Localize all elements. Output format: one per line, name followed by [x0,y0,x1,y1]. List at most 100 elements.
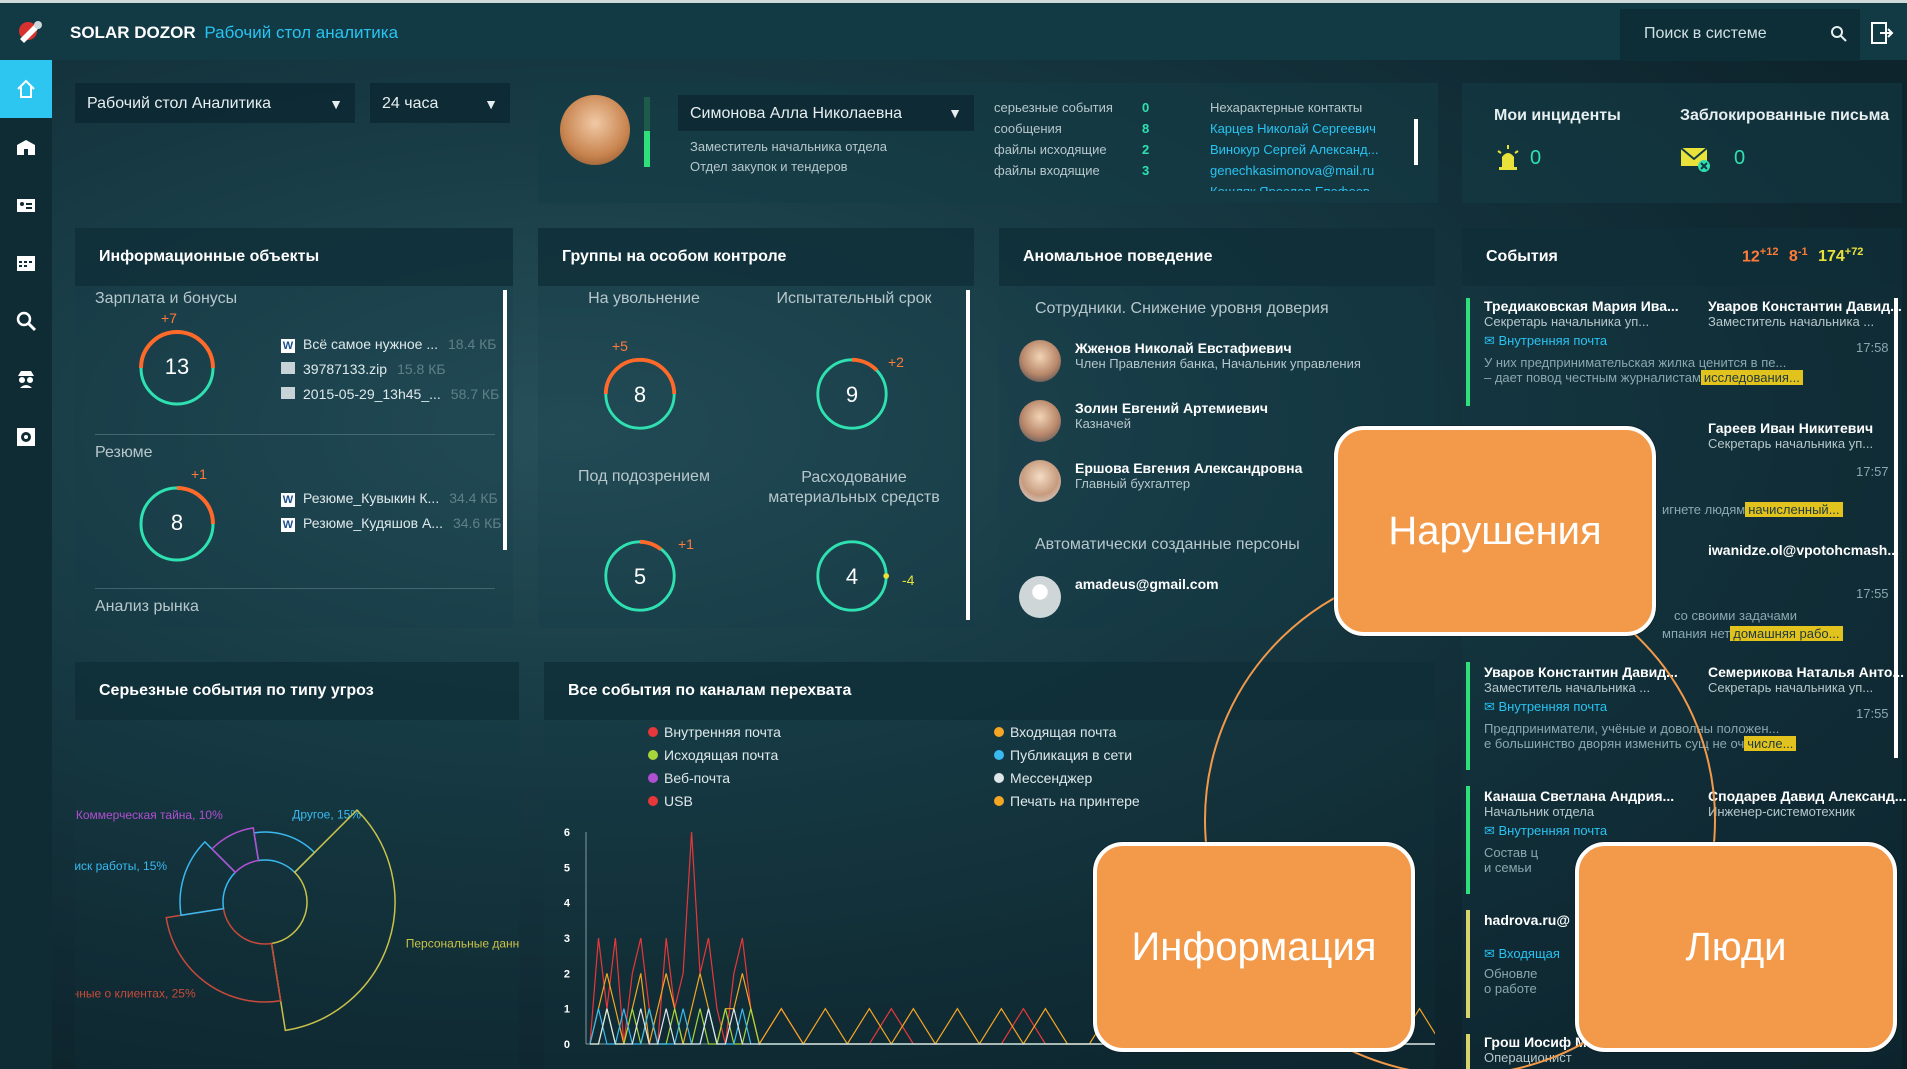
legend-item[interactable]: USB [648,793,693,809]
slice-label: Другое, 15% [292,807,361,821]
auto-person[interactable]: amadeus@gmail.com [1075,576,1219,592]
divider [95,588,495,589]
building-icon [17,140,35,155]
stat-value[interactable]: 3 [1142,160,1149,181]
file-row[interactable]: 2015-05-29_13h45_... 58.7 КБ [281,386,499,402]
search-icon [16,311,37,332]
file-row[interactable]: 39787133.zip 15.8 КБ [281,361,446,377]
desktop-select[interactable]: Рабочий стол Аналитика ▼ [75,83,355,123]
legend-item[interactable]: Входящая почта [994,724,1116,740]
group-label[interactable]: На увольнение [584,290,704,308]
event-severity-bar [1466,298,1470,406]
event-text: игнете людям начисленный... [1662,502,1843,517]
sidebar-item-calendar[interactable] [0,234,52,292]
file-row[interactable]: W Всё самое нужное ... 18.4 КБ [281,336,497,353]
y-tick-label: 5 [564,862,570,874]
word-file-icon: W [281,339,295,353]
event-card-recipient[interactable]: Гареев Иван Никитевич Секретарь начальни… [1708,420,1873,451]
stat-label: файлы исходящие [994,142,1107,157]
event-channel-label: Внутренняя почта [1498,333,1608,348]
employee-select[interactable]: Симонова Алла Николаевна ▼ [678,95,974,131]
file-row[interactable]: W Резюме_Кувыкин К... 34.4 КБ [281,490,498,507]
group-count: 4 [845,564,859,589]
legend-item[interactable]: Печать на принтере [994,793,1140,809]
blocked-mail-count[interactable]: 0 [1734,147,1745,170]
event-card-recipient[interactable]: Сподарев Давид Александ... Инженер-систе… [1708,788,1906,819]
image-file-icon [281,387,295,399]
sidebar-item-organization[interactable] [0,118,52,176]
profile-stats-labels: серьезные события сообщения файлы исходя… [994,97,1113,181]
my-incidents-count[interactable]: 0 [1530,147,1541,170]
anomaly-person[interactable]: Жженов Николай Евстафиевич Член Правлени… [1075,340,1361,371]
anomaly-subtitle: Сотрудники. Снижение уровня доверия [1035,300,1329,317]
period-select[interactable]: 24 часа ▼ [370,83,510,123]
anomaly-title: Аномальное поведение [999,228,1435,286]
avatar[interactable] [1019,576,1061,618]
search-icon[interactable] [1830,25,1848,43]
y-tick-label: 3 [564,933,570,945]
legend-dot [994,750,1004,760]
scrollbar[interactable] [1414,119,1418,165]
file-row[interactable]: W Резюме_Кудяшов А... 34.6 КБ [281,515,501,532]
legend-label: Исходящая почта [664,747,779,763]
contact-link[interactable]: Карцев Николай Сергеевич [1210,118,1378,139]
sidebar-item-persons[interactable] [0,176,52,234]
contact-link[interactable]: genechkasimonova@mail.ru [1210,160,1378,181]
scrollbar[interactable] [1894,298,1898,758]
group-count: 8 [633,382,647,407]
my-incidents-title[interactable]: Мои инциденты [1494,107,1621,125]
trust-level-bar [644,97,650,167]
scrollbar[interactable] [966,290,970,620]
event-card-recipient[interactable]: iwanidze.ol@vpotohcmash... [1708,542,1899,558]
person-role: Главный бухгалтер [1075,476,1191,491]
file-name: 39787133.zip [303,361,388,377]
legend-item[interactable]: Внутренняя почта [648,724,781,740]
resume-label[interactable]: Резюме [95,444,153,462]
legend-item[interactable]: Публикация в сети [994,747,1132,763]
contact-link[interactable]: Кошляк Ярослав Епофеев [1210,181,1378,191]
legend-item[interactable]: Мессенджер [994,770,1092,786]
scrollbar[interactable] [503,290,507,550]
threat-donut-chart[interactable]: Другое, 15% Персональные данные, 35% Данны… [75,722,519,1069]
logout-icon[interactable] [1870,21,1894,45]
anomaly-person[interactable]: Золин Евгений Артемиевич Казначей [1075,400,1268,431]
contact-link[interactable]: Винокур Сергей Александ... [1210,139,1378,160]
event-time: 17:58 [1856,340,1889,355]
stat-value[interactable]: 2 [1142,139,1149,160]
salary-label[interactable]: Зарплата и бонусы [95,290,237,308]
legend-label: Публикация в сети [1010,747,1133,763]
event-card-recipient[interactable]: Уваров Константин Давид... Заместитель н… [1708,298,1902,329]
avatar[interactable] [1019,460,1061,502]
avatar[interactable] [560,95,630,165]
employee-name: Симонова Алла Николаевна [690,105,903,122]
legend-item[interactable]: Веб-почта [648,770,730,786]
logo-icon[interactable] [14,17,46,49]
market-label[interactable]: Анализ рынка [95,598,199,616]
group-label[interactable]: Под подозрением [564,468,724,486]
event-card-recipient[interactable]: Семерикова Наталья Анто... Секретарь нач… [1708,664,1904,695]
group-delta: +2 [888,354,904,370]
avatar[interactable] [1019,400,1061,442]
stat-label: серьезные события [994,100,1113,115]
counter-value[interactable]: 8 [1789,248,1798,265]
blocked-mail-title[interactable]: Заблокированные письма [1680,107,1889,125]
stat-value[interactable]: 8 [1142,118,1149,139]
stat-value[interactable]: 0 [1142,97,1149,118]
anomaly-person[interactable]: Ершова Евгения Александровна Главный бух… [1075,460,1302,491]
sidebar-item-home[interactable] [0,60,52,118]
sidebar-item-search[interactable] [0,292,52,350]
sidebar-item-agent[interactable] [0,350,52,408]
group-label[interactable]: Испытательный срок [764,290,944,308]
person-name: Золин Евгений Артемиевич [1075,400,1268,416]
home-icon [17,79,35,98]
counter-value[interactable]: 12 [1742,248,1760,265]
legend-label: Мессенджер [1010,770,1093,786]
sidebar-item-settings[interactable] [0,408,52,466]
spy-icon [18,371,34,388]
legend-item[interactable]: Исходящая почта [648,747,778,763]
group-label[interactable]: Расходование материальных средств [756,468,952,508]
search-input[interactable]: Поиск в системе [1620,9,1860,61]
avatar[interactable] [1019,340,1061,382]
counter-delta: +12 [1759,246,1779,258]
counter-value[interactable]: 174 [1818,248,1845,265]
